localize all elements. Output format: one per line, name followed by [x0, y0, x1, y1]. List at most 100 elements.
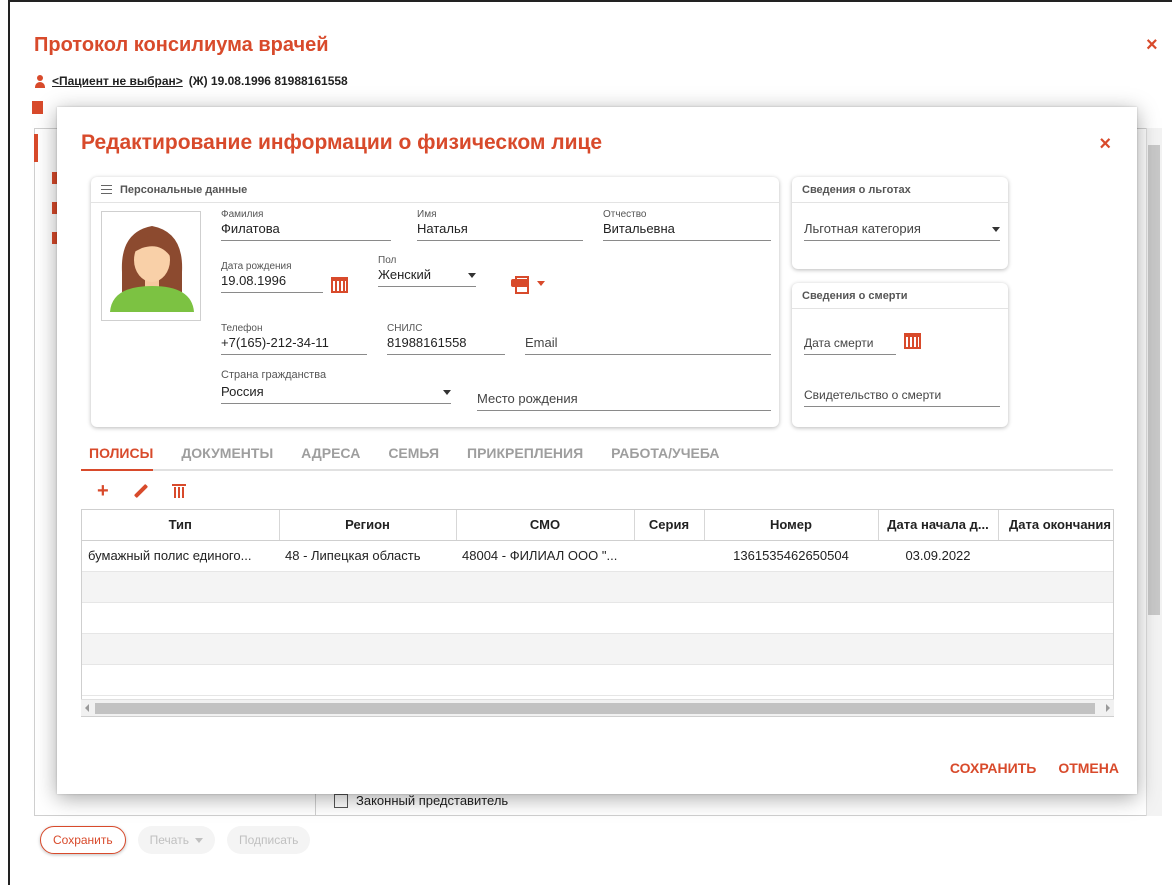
- table-row-empty: [82, 602, 1113, 634]
- birth-date-field[interactable]: Дата рождения 19.08.1996: [221, 261, 323, 293]
- column-header-smo[interactable]: СМО: [456, 510, 635, 541]
- personal-data-header: Персональные данные: [91, 177, 779, 203]
- table-row-empty: [82, 633, 1113, 665]
- dialog-cancel-button[interactable]: ОТМЕНА: [1058, 760, 1119, 776]
- birth-date-input[interactable]: 19.08.1996: [221, 273, 323, 293]
- cell-smo: 48004 - ФИЛИАЛ ООО "...: [456, 540, 634, 572]
- column-header-end-date[interactable]: Дата окончания: [998, 510, 1113, 541]
- gender-field[interactable]: Пол Женский: [378, 255, 476, 287]
- gender-select[interactable]: Женский: [378, 267, 476, 287]
- trash-icon[interactable]: [171, 484, 186, 498]
- column-header-region[interactable]: Регион: [279, 510, 457, 541]
- email-field[interactable]: Email: [525, 335, 771, 355]
- benefit-category-select[interactable]: Льготная категория: [804, 221, 1000, 241]
- tab-addresses[interactable]: АДРЕСА: [293, 445, 360, 469]
- printer-icon[interactable]: [511, 276, 529, 294]
- sidebar-active-marker: [34, 134, 38, 162]
- table-scroll-thumb[interactable]: [95, 703, 1095, 714]
- cell-end-date: [998, 540, 1113, 572]
- close-icon[interactable]: ×: [1099, 133, 1111, 156]
- birthplace-field[interactable]: Место рождения: [477, 391, 771, 411]
- tab-documents[interactable]: ДОКУМЕНТЫ: [173, 445, 273, 469]
- cell-series: [634, 540, 704, 572]
- surname-field[interactable]: Фамилия Филатова: [221, 209, 391, 241]
- building-icon: [32, 101, 43, 114]
- person-icon: [34, 74, 46, 88]
- citizenship-value: Россия: [221, 384, 264, 399]
- patronymic-label: Отчество: [603, 209, 647, 220]
- avatar[interactable]: [101, 211, 201, 321]
- snils-input[interactable]: 81988161558: [387, 335, 505, 355]
- surname-input[interactable]: Филатова: [221, 221, 391, 241]
- email-input[interactable]: Email: [525, 335, 771, 355]
- death-date-field[interactable]: Дата смерти: [804, 335, 896, 355]
- phone-label: Телефон: [221, 323, 263, 334]
- benefits-card: Сведения о льготах Льготная категория: [792, 177, 1008, 269]
- gender-value: Женский: [378, 267, 431, 282]
- name-label: Имя: [417, 209, 437, 220]
- death-info-title: Сведения о смерти: [802, 289, 908, 302]
- sign-button[interactable]: Подписать: [226, 826, 311, 854]
- menu-icon[interactable]: [101, 185, 112, 194]
- patronymic-field[interactable]: Отчество Витальевна: [603, 209, 771, 241]
- benefits-header: Сведения о льготах: [792, 177, 1008, 203]
- snils-field[interactable]: СНИЛС 81988161558: [387, 323, 505, 355]
- death-certificate-input[interactable]: Свидетельство о смерти: [804, 387, 1000, 407]
- personal-data-card: Персональные данные Фамилия Филатова Имя…: [91, 177, 779, 427]
- cell-start-date: 03.09.2022: [878, 540, 998, 572]
- pencil-icon[interactable]: [133, 483, 148, 499]
- calendar-icon[interactable]: [904, 333, 921, 349]
- dialog-save-button[interactable]: СОХРАНИТЬ: [950, 760, 1036, 776]
- death-date-input[interactable]: Дата смерти: [804, 335, 896, 355]
- table-header-row: Тип Регион СМО Серия Номер Дата начала д…: [82, 510, 1113, 541]
- patronymic-input[interactable]: Витальевна: [603, 221, 771, 241]
- phone-field[interactable]: Телефон +7(165)-212-34-11: [221, 323, 367, 355]
- patient-row: <Пациент не выбран> (Ж) 19.08.1996 81988…: [34, 74, 348, 88]
- print-button[interactable]: Печать: [137, 826, 215, 854]
- column-header-series[interactable]: Серия: [634, 510, 705, 541]
- name-field[interactable]: Имя Наталья: [417, 209, 583, 241]
- chevron-down-icon: [992, 226, 1000, 232]
- name-input[interactable]: Наталья: [417, 221, 583, 241]
- citizenship-field[interactable]: Страна гражданства Россия: [221, 369, 451, 404]
- benefit-category-field[interactable]: Льготная категория: [804, 221, 1000, 241]
- print-menu[interactable]: [511, 276, 545, 294]
- cell-region: 48 - Липецкая область: [279, 540, 456, 572]
- table-horizontal-scrollbar[interactable]: [81, 699, 1114, 716]
- scroll-right-icon[interactable]: [1106, 704, 1110, 712]
- death-info-header: Сведения о смерти: [792, 283, 1008, 309]
- tab-work-study[interactable]: РАБОТА/УЧЕБА: [603, 445, 719, 469]
- background-scroll-thumb[interactable]: [1148, 145, 1160, 615]
- tab-policies[interactable]: ПОЛИСЫ: [81, 445, 154, 471]
- legal-representative-checkbox[interactable]: [334, 794, 348, 808]
- tab-attachments[interactable]: ПРИКРЕПЛЕНИЯ: [459, 445, 583, 469]
- column-header-start-date[interactable]: Дата начала д...: [878, 510, 999, 541]
- phone-input[interactable]: +7(165)-212-34-11: [221, 335, 367, 355]
- death-certificate-field[interactable]: Свидетельство о смерти: [804, 387, 1000, 407]
- personal-data-title: Персональные данные: [120, 183, 248, 196]
- chevron-down-icon[interactable]: [537, 280, 545, 286]
- table-row[interactable]: бумажный полис единого... 48 - Липецкая …: [82, 540, 1113, 572]
- birthplace-input[interactable]: Место рождения: [477, 391, 771, 411]
- column-header-number[interactable]: Номер: [704, 510, 879, 541]
- policies-table: Тип Регион СМО Серия Номер Дата начала д…: [81, 509, 1114, 717]
- column-header-type[interactable]: Тип: [82, 510, 280, 541]
- scroll-left-icon[interactable]: [85, 704, 89, 712]
- gender-label: Пол: [378, 255, 397, 266]
- protocol-title: Протокол консилиума врачей: [34, 34, 329, 56]
- person-edit-dialog: Редактирование информации о физическом л…: [57, 107, 1137, 794]
- calendar-icon[interactable]: [331, 277, 348, 293]
- save-button[interactable]: Сохранить: [40, 826, 126, 854]
- legal-representative-label: Законный представитель: [356, 793, 509, 808]
- tab-family[interactable]: СЕМЬЯ: [380, 445, 439, 469]
- table-row-empty: [82, 664, 1113, 696]
- patient-link[interactable]: <Пациент не выбран>: [52, 74, 183, 88]
- dialog-title: Редактирование информации о физическом л…: [81, 131, 603, 154]
- female-avatar-icon: [110, 226, 194, 312]
- plus-icon[interactable]: +: [97, 481, 109, 501]
- protocol-close-icon[interactable]: ×: [1146, 34, 1158, 57]
- death-info-card: Сведения о смерти Дата смерти Свидетельс…: [792, 283, 1008, 427]
- chevron-down-icon: [443, 389, 451, 395]
- citizenship-select[interactable]: Россия: [221, 384, 451, 404]
- birth-date-label: Дата рождения: [221, 261, 292, 272]
